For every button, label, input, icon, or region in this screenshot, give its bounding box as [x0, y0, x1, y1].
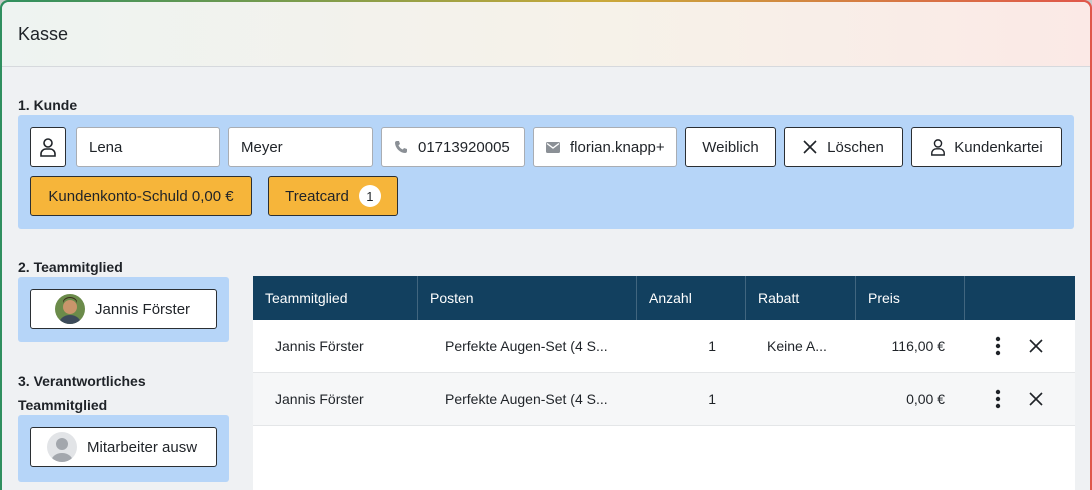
- avatar: [55, 294, 85, 324]
- customer-panel: Weiblich Löschen Kundenkartei Kundenkont…: [18, 115, 1074, 229]
- column-header-discount: Rabatt: [746, 276, 856, 320]
- window-header: Kasse: [2, 2, 1090, 67]
- treatcard-label: Treatcard: [285, 187, 349, 205]
- team-member-select-button[interactable]: Jannis Förster: [30, 289, 217, 329]
- table-header: Teammitglied Posten Anzahl Rabatt Preis: [253, 276, 1075, 320]
- gender-button-label: Weiblich: [702, 138, 759, 156]
- cell-price: 116,00 €: [891, 338, 945, 354]
- cell-item: Perfekte Augen-Set (4 S...: [445, 391, 608, 407]
- customer-card-button[interactable]: Kundenkartei: [911, 127, 1062, 167]
- cell-actions: [965, 373, 1075, 425]
- responsible-panel: Mitarbeiter ausw: [18, 415, 229, 482]
- more-vertical-icon[interactable]: [995, 389, 1001, 409]
- clear-button-label: Löschen: [827, 138, 884, 156]
- close-icon: [803, 140, 817, 154]
- column-header-actions: [965, 276, 1075, 320]
- cell-item: Perfekte Augen-Set (4 S...: [445, 338, 608, 354]
- more-vertical-icon[interactable]: [995, 336, 1001, 356]
- person-icon: [39, 137, 57, 157]
- avatar-placeholder-icon: [47, 432, 77, 462]
- phone-input[interactable]: [418, 128, 524, 166]
- close-icon[interactable]: [1029, 392, 1043, 406]
- window-title: Kasse: [18, 23, 69, 44]
- window: Kasse 1. Kunde Weiblich: [2, 2, 1090, 490]
- last-name-field[interactable]: [228, 127, 373, 167]
- team-member-panel: Jannis Förster: [18, 277, 229, 342]
- team-member-section-label: 2. Teammitglied: [18, 259, 123, 275]
- customer-section-label: 1. Kunde: [18, 97, 78, 113]
- cell-quantity: 1: [708, 391, 716, 407]
- cell-team-member: Jannis Förster: [275, 338, 364, 354]
- treatcard-count-badge: 1: [358, 185, 381, 207]
- treatcard-button[interactable]: Treatcard 1: [268, 176, 398, 216]
- team-member-name: Jannis Förster: [95, 300, 191, 318]
- customer-person-button[interactable]: [30, 127, 66, 167]
- account-debt-label: Kundenkonto-Schuld 0,00 €: [48, 187, 234, 205]
- phone-icon: [394, 140, 408, 154]
- column-header-team-member: Teammitglied: [253, 276, 418, 320]
- cell-team-member: Jannis Förster: [275, 391, 364, 407]
- column-header-item: Posten: [418, 276, 637, 320]
- cell-discount: [746, 373, 856, 425]
- column-header-price: Preis: [856, 276, 965, 320]
- first-name-field[interactable]: [76, 127, 220, 167]
- email-input[interactable]: [570, 128, 676, 166]
- customer-card-button-label: Kundenkartei: [954, 138, 1043, 156]
- cell-price: 0,00 €: [906, 391, 945, 407]
- responsible-section-label-line1: 3. Verantwortliches: [18, 373, 146, 389]
- close-icon[interactable]: [1029, 339, 1043, 353]
- column-header-quantity: Anzahl: [637, 276, 746, 320]
- cell-quantity: 1: [708, 338, 716, 354]
- responsible-section-label-line2: Teammitglied: [18, 397, 108, 413]
- items-table: Teammitglied Posten Anzahl Rabatt Preis …: [253, 276, 1075, 490]
- cell-discount: Keine A...: [767, 338, 827, 354]
- last-name-input[interactable]: [241, 128, 372, 166]
- cell-actions: [965, 320, 1075, 372]
- account-debt-button[interactable]: Kundenkonto-Schuld 0,00 €: [30, 176, 252, 216]
- phone-field[interactable]: [381, 127, 525, 167]
- person-icon: [930, 138, 946, 156]
- mail-icon: [546, 141, 560, 153]
- email-field[interactable]: [533, 127, 677, 167]
- responsible-placeholder: Mitarbeiter ausw: [87, 438, 198, 456]
- window-frame: Kasse 1. Kunde Weiblich: [0, 0, 1092, 490]
- first-name-input[interactable]: [89, 128, 219, 166]
- gender-button[interactable]: Weiblich: [685, 127, 776, 167]
- table-row[interactable]: Jannis Förster Perfekte Augen-Set (4 S..…: [253, 373, 1075, 426]
- clear-button[interactable]: Löschen: [784, 127, 903, 167]
- table-row[interactable]: Jannis Förster Perfekte Augen-Set (4 S..…: [253, 320, 1075, 373]
- responsible-select-button[interactable]: Mitarbeiter ausw: [30, 427, 217, 467]
